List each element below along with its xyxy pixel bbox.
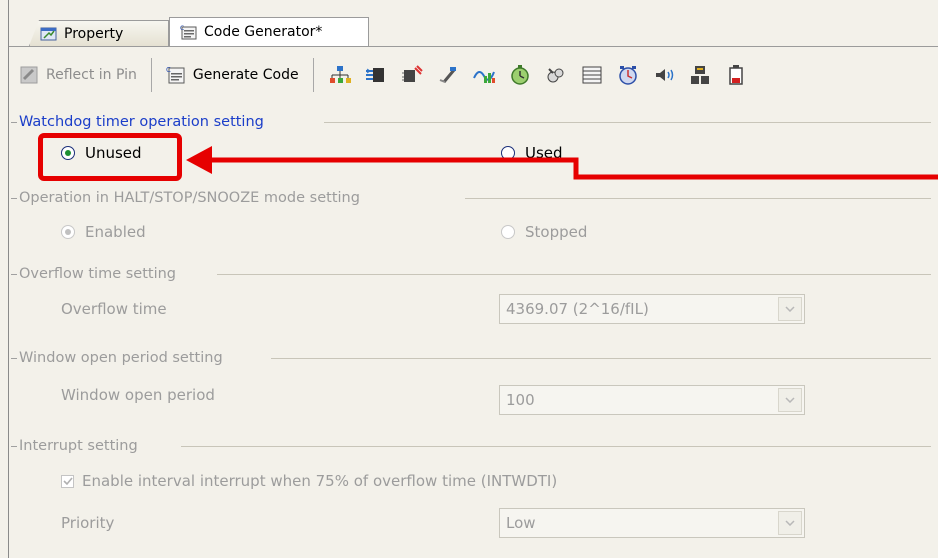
chevron-down-icon[interactable] bbox=[778, 388, 802, 412]
generate-code-icon: C bbox=[166, 66, 185, 84]
group-divider bbox=[181, 446, 931, 447]
radio-used[interactable]: Used bbox=[501, 144, 563, 162]
property-icon bbox=[40, 27, 57, 40]
chevron-down-icon[interactable] bbox=[778, 511, 802, 535]
radio-stopped[interactable]: Stopped bbox=[501, 223, 587, 241]
check-icon bbox=[62, 476, 73, 485]
generate-code-label: Generate Code bbox=[192, 67, 299, 83]
reflect-pin-icon bbox=[20, 66, 38, 84]
window-period-select[interactable]: 100 bbox=[499, 385, 805, 415]
halt-mode-group: Operation in HALT/STOP/SNOOZE mode setti… bbox=[9, 188, 938, 248]
radio-stopped-label: Stopped bbox=[525, 223, 588, 241]
interval-interrupt-checkbox[interactable]: Enable interval interrupt when 75% of ov… bbox=[61, 472, 557, 490]
radio-enabled[interactable]: Enabled bbox=[61, 223, 146, 241]
halt-mode-title: Operation in HALT/STOP/SNOOZE mode setti… bbox=[19, 190, 360, 206]
group-divider bbox=[217, 274, 931, 275]
interval-interrupt-label: Enable interval interrupt when 75% of ov… bbox=[82, 472, 558, 490]
radio-button-enabled[interactable] bbox=[61, 225, 75, 239]
interrupt-legend: Interrupt setting bbox=[11, 436, 138, 456]
dma-icon[interactable] bbox=[688, 64, 712, 86]
interrupt-title: Interrupt setting bbox=[19, 438, 138, 454]
unused-highlight-box bbox=[38, 133, 182, 181]
tab-code-generator[interactable]: C Code Generator* bbox=[169, 17, 369, 47]
overflow-group: Overflow time setting Overflow time 4369… bbox=[9, 264, 938, 344]
adc-icon[interactable] bbox=[580, 64, 604, 86]
radio-button-used[interactable] bbox=[501, 146, 515, 160]
toolbar-separator bbox=[312, 58, 314, 92]
generate-code-button[interactable]: C Generate Code bbox=[156, 57, 309, 93]
wdt-operation-legend: Watchdog timer operation setting bbox=[11, 112, 264, 132]
svg-text:C: C bbox=[166, 66, 171, 74]
sound-icon[interactable] bbox=[652, 64, 676, 86]
rtc-icon[interactable] bbox=[436, 64, 460, 86]
window-legend: Window open period setting bbox=[11, 348, 223, 368]
interrupt-group: Interrupt setting Enable interval interr… bbox=[9, 436, 938, 556]
reflect-in-pin-button[interactable]: Reflect in Pin bbox=[9, 57, 147, 93]
group-divider bbox=[465, 198, 931, 199]
overflow-legend: Overflow time setting bbox=[11, 264, 176, 284]
radio-enabled-label: Enabled bbox=[85, 223, 146, 241]
port-icon[interactable] bbox=[364, 64, 388, 86]
interval-timer-icon[interactable] bbox=[472, 64, 496, 86]
buzzer-icon[interactable] bbox=[544, 64, 568, 86]
halt-mode-legend: Operation in HALT/STOP/SNOOZE mode setti… bbox=[11, 188, 360, 208]
wdt-operation-title: Watchdog timer operation setting bbox=[19, 114, 264, 130]
radio-used-label: Used bbox=[525, 144, 563, 162]
tab-property[interactable]: Property bbox=[29, 20, 169, 46]
window-title: Window open period setting bbox=[19, 350, 223, 366]
tab-property-label: Property bbox=[64, 25, 124, 42]
toolbar: Reflect in Pin C Generate Code bbox=[9, 47, 938, 103]
svg-text:C: C bbox=[180, 25, 184, 32]
battery-icon[interactable] bbox=[724, 64, 748, 86]
radio-button-stopped[interactable] bbox=[501, 225, 515, 239]
tab-strip: Property C Code Generator* bbox=[9, 0, 938, 47]
window-period-label: Window open period bbox=[61, 386, 215, 404]
tab-code-generator-label: Code Generator* bbox=[204, 24, 323, 40]
overflow-time-value: 4369.07 (2^16/fIL) bbox=[506, 300, 649, 318]
code-generator-icon: C bbox=[180, 25, 197, 40]
code-generator-panel: Property C Code Generator* Reflect in Pi… bbox=[8, 0, 938, 558]
clock-generator-icon[interactable] bbox=[328, 64, 352, 86]
watchdog-icon[interactable] bbox=[508, 64, 532, 86]
overflow-time-select[interactable]: 4369.07 (2^16/fIL) bbox=[499, 294, 805, 324]
timer-array-icon[interactable] bbox=[400, 64, 424, 86]
priority-label: Priority bbox=[61, 514, 115, 532]
group-divider bbox=[271, 358, 931, 359]
overflow-time-label: Overflow time bbox=[61, 300, 167, 318]
overflow-title: Overflow time setting bbox=[19, 266, 176, 282]
serial-icon[interactable] bbox=[616, 64, 640, 86]
toolbar-separator bbox=[150, 58, 152, 92]
checkbox-box[interactable] bbox=[61, 474, 74, 488]
window-group: Window open period setting Window open p… bbox=[9, 348, 938, 428]
window-period-value: 100 bbox=[506, 391, 535, 409]
reflect-in-pin-label: Reflect in Pin bbox=[46, 67, 137, 83]
peripheral-toolbar bbox=[322, 64, 754, 86]
group-divider bbox=[324, 122, 931, 123]
priority-select[interactable]: Low bbox=[499, 508, 805, 538]
chevron-down-icon[interactable] bbox=[778, 297, 802, 321]
priority-value: Low bbox=[506, 514, 536, 532]
